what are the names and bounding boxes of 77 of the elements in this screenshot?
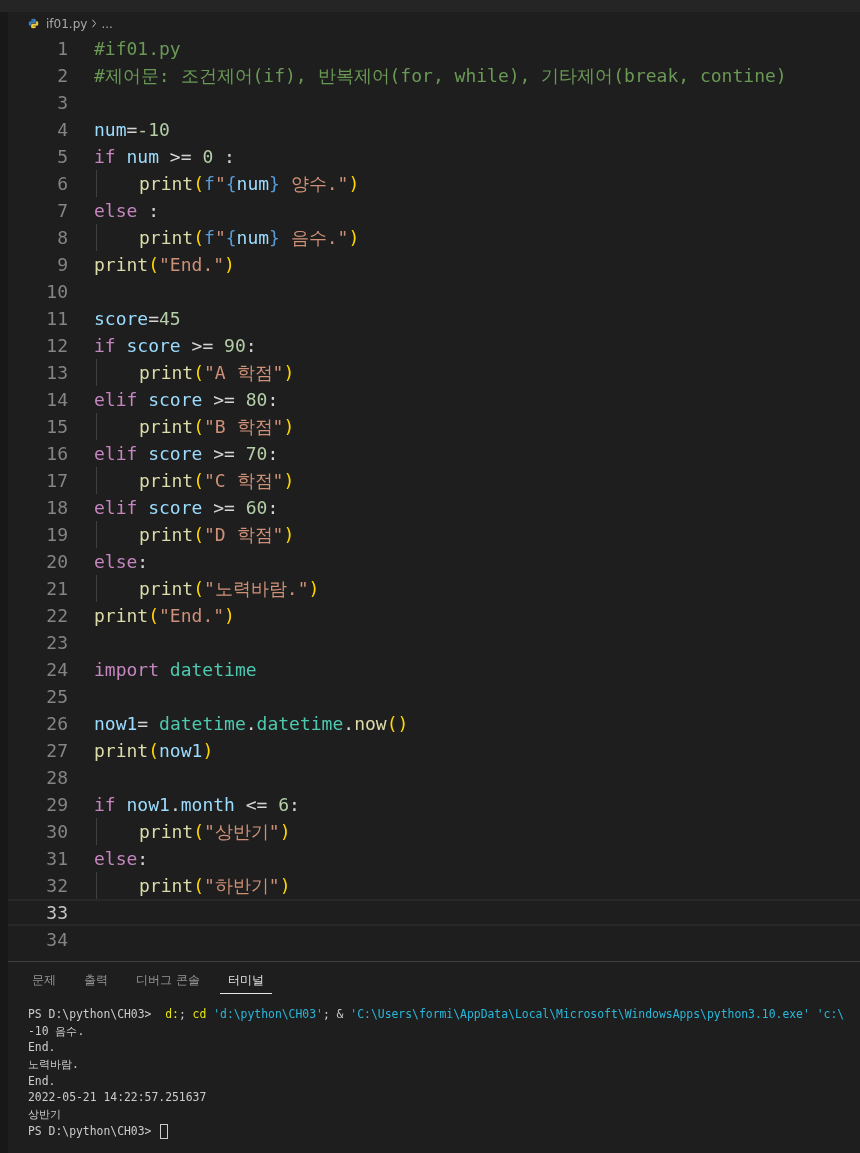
line-number: 15 (45, 415, 68, 438)
line-number: 5 (56, 145, 68, 168)
line-number: 6 (56, 172, 68, 195)
code-line: elif score >= 80: (94, 388, 279, 411)
code-line: print("A 학점") (139, 361, 295, 384)
line-number: 20 (45, 550, 68, 573)
terminal-line: PS D:\python\CH03> d:; cd 'd:\python\CH03'; & 'C:\Users\formi\AppData\Local\Microsoft\WindowsApps\python3.10.exe' 'c:\ (28, 1006, 845, 1022)
line-number: 28 (45, 766, 68, 789)
line-number: 24 (45, 658, 68, 681)
line-number: 3 (56, 91, 68, 114)
code-line: #if01.py (94, 37, 181, 60)
terminal-line: End. (28, 1040, 56, 1056)
line-number: 18 (45, 496, 68, 519)
line-number: 25 (45, 685, 68, 708)
code-line: print(f"{num} 양수.") (139, 172, 360, 195)
code-line: print(now1) (94, 739, 214, 762)
line-number: 13 (45, 361, 68, 384)
code-line: score=45 (94, 307, 181, 330)
line-number: 29 (45, 793, 68, 816)
line-number: 31 (45, 847, 68, 870)
terminal-line: PS D:\python\CH03> (28, 1123, 153, 1139)
line-number: 11 (45, 307, 68, 330)
line-number: 19 (45, 523, 68, 546)
code-line: if num >= 0 : (94, 145, 235, 168)
line-number: 8 (56, 226, 68, 249)
code-line: elif score >= 70: (94, 442, 279, 465)
python-file-icon (28, 18, 39, 29)
line-number: 7 (56, 199, 68, 222)
terminal-line: 노력바람. (28, 1056, 79, 1072)
code-line: print("B 학점") (139, 415, 295, 438)
code-line: if now1.month <= 6: (94, 793, 300, 816)
line-number: 17 (45, 469, 68, 492)
panel-tab[interactable]: 터미널 (219, 970, 272, 994)
code-line: #제어문: 조건제어(if), 반복제어(for, while), 기타제어(break, contine) (94, 64, 787, 87)
line-number: 4 (56, 118, 68, 141)
line-number: 22 (45, 604, 68, 627)
line-number: 33 (45, 901, 68, 924)
line-number: 21 (45, 577, 68, 600)
code-line: import datetime (94, 658, 257, 681)
code-line: print("C 학점") (139, 469, 295, 492)
terminal-line: 2022-05-21 14:22:57.251637 (28, 1090, 207, 1106)
code-line: print(f"{num} 음수.") (139, 226, 360, 249)
code-line: if score >= 90: (94, 334, 257, 357)
code-line: print("D 학점") (139, 523, 295, 546)
code-line: else : (94, 199, 160, 222)
panel-tab[interactable]: 출력 (76, 970, 116, 994)
code-line: print("상반기") (139, 820, 291, 843)
terminal-line: -10 음수. (28, 1023, 85, 1039)
code-line: elif score >= 60: (94, 496, 279, 519)
line-number: 12 (45, 334, 68, 357)
breadcrumb-file[interactable]: if01.py (46, 16, 88, 31)
line-number: 23 (45, 631, 68, 654)
code-line: print("하반기") (139, 874, 291, 897)
line-number: 2 (56, 64, 68, 87)
chevron-icon (91, 19, 98, 28)
line-number: 27 (45, 739, 68, 762)
line-number: 9 (56, 253, 68, 276)
code-line: print("End.") (94, 253, 235, 276)
line-number: 16 (45, 442, 68, 465)
line-number: 30 (45, 820, 68, 843)
line-number: 1 (56, 37, 68, 60)
code-line: num=-10 (94, 118, 170, 141)
terminal-line: 상반기 (28, 1106, 61, 1122)
line-number: 14 (45, 388, 68, 411)
line-number: 34 (45, 928, 68, 951)
code-line: else: (94, 847, 149, 870)
line-number: 10 (45, 280, 68, 303)
line-number: 32 (45, 874, 68, 897)
code-line: print("노력바람.") (139, 577, 320, 600)
breadcrumb-more[interactable]: ... (101, 16, 113, 31)
panel-tab[interactable]: 문제 (24, 970, 64, 994)
code-line: else: (94, 550, 149, 573)
code-line: print("End.") (94, 604, 235, 627)
code-line: now1= datetime.datetime.now() (94, 712, 409, 735)
panel-tab[interactable]: 디버그 콘솔 (128, 970, 208, 994)
terminal-line: End. (28, 1073, 56, 1089)
line-number: 26 (45, 712, 68, 735)
